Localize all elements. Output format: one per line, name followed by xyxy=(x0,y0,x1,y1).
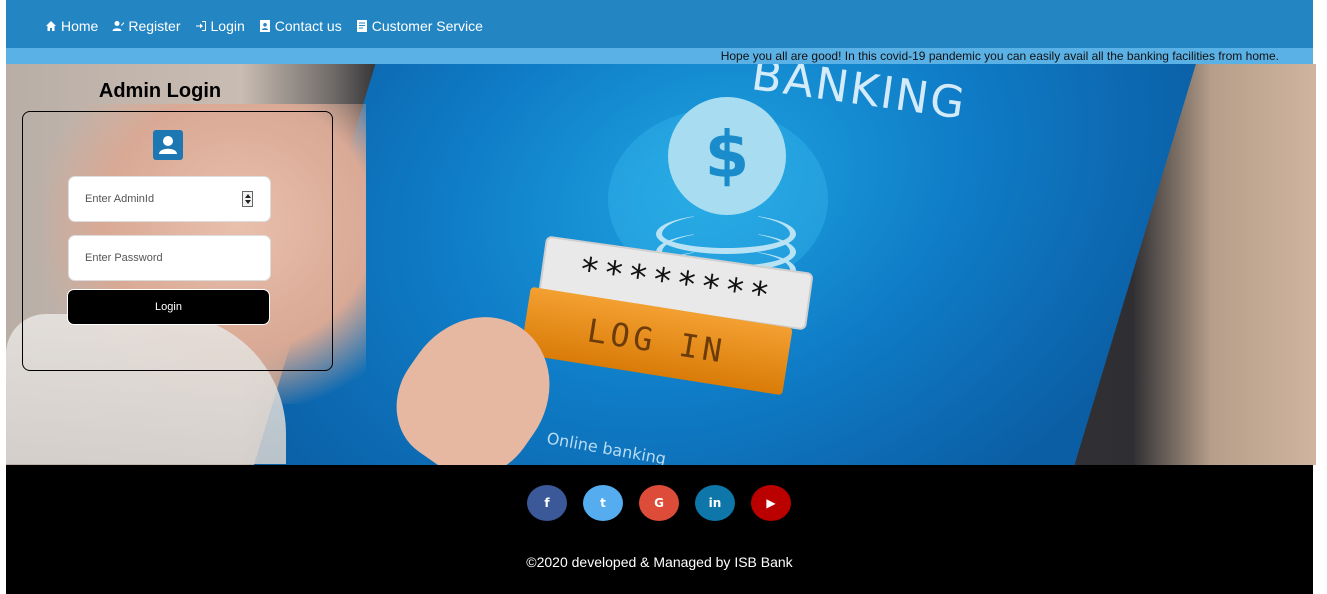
marquee-text: Hope you all are good! In this covid-19 … xyxy=(720,49,1279,63)
admin-id-input[interactable] xyxy=(68,176,271,222)
register-icon xyxy=(112,21,125,31)
nav-contact[interactable]: Contact us xyxy=(259,18,342,34)
dollar-coin-icon: $ xyxy=(668,97,786,215)
user-icon xyxy=(153,130,183,160)
contact-icon xyxy=(259,20,270,32)
copyright-text: ©2020 developed & Managed by ISB Bank xyxy=(526,554,793,570)
home-icon xyxy=(46,21,56,31)
google-icon[interactable]: G xyxy=(639,485,679,521)
login-icon xyxy=(195,21,206,31)
nav-customer-service-label: Customer Service xyxy=(371,18,483,34)
admin-login-title: Admin Login xyxy=(98,80,222,102)
nav-register[interactable]: Register xyxy=(112,18,181,34)
password-input[interactable] xyxy=(68,235,271,281)
linkedin-icon[interactable]: in xyxy=(695,485,735,521)
nav-login[interactable]: Login xyxy=(195,18,245,34)
login-button[interactable]: Login xyxy=(67,289,270,325)
top-navbar: Home Register Login Contact us Customer … xyxy=(6,0,1313,48)
youtube-icon[interactable]: ▶ xyxy=(751,485,791,521)
nav-home-label: Home xyxy=(61,18,99,34)
nav-register-label: Register xyxy=(128,18,181,34)
spinner-down-icon[interactable] xyxy=(245,200,251,204)
login-graphic-label: LOG IN xyxy=(584,311,729,371)
nav-customer-service[interactable]: Customer Service xyxy=(356,18,483,34)
footer: f t G in ▶ ©2020 developed & Managed by … xyxy=(6,465,1313,594)
announcement-marquee: Hope you all are good! In this covid-19 … xyxy=(6,48,1313,64)
nav-home[interactable]: Home xyxy=(45,18,98,34)
social-links: f t G in ▶ xyxy=(527,485,807,521)
nav-contact-label: Contact us xyxy=(274,18,342,34)
service-icon xyxy=(356,20,367,32)
nav-list: Home Register Login Contact us Customer … xyxy=(45,18,497,34)
spinner-up-icon[interactable] xyxy=(245,194,251,198)
page: Home Register Login Contact us Customer … xyxy=(0,0,1327,594)
nav-login-label: Login xyxy=(210,18,245,34)
twitter-icon[interactable]: t xyxy=(583,485,623,521)
facebook-icon[interactable]: f xyxy=(527,485,567,521)
number-spinner[interactable] xyxy=(242,191,253,207)
admin-login-form: Login xyxy=(22,111,333,371)
